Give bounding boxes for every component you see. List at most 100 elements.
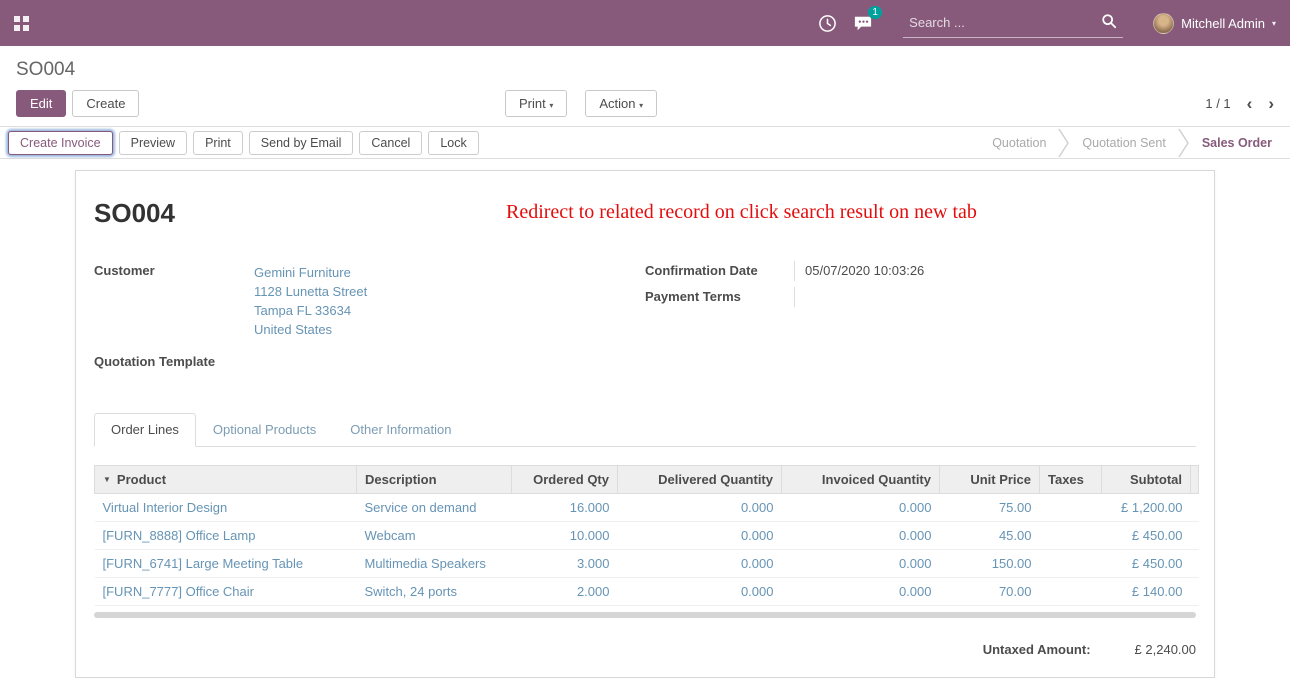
status-sales-order[interactable]: Sales Order — [1190, 136, 1284, 150]
cell-spacer — [1191, 550, 1199, 578]
breadcrumb-row: SO004 — [0, 46, 1290, 83]
column-header-unit-price[interactable]: Unit Price — [940, 466, 1040, 494]
cell-unit-price[interactable]: 45.00 — [940, 522, 1040, 550]
print-dropdown[interactable]: Print ▾ — [505, 90, 567, 117]
cell-taxes[interactable] — [1040, 494, 1102, 522]
cell-subtotal[interactable]: £ 140.00 — [1102, 578, 1191, 606]
confirmation-date-field: Confirmation Date 05/07/2020 10:03:26 — [645, 261, 1196, 281]
table-row[interactable]: [FURN_6741] Large Meeting Table Multimed… — [95, 550, 1199, 578]
customer-name[interactable]: Gemini Furniture — [254, 263, 367, 282]
cell-ordered-qty[interactable]: 16.000 — [512, 494, 618, 522]
status-separator-icon — [1178, 128, 1190, 158]
messages-icon[interactable]: 1 — [853, 14, 873, 32]
cell-invoiced-qty[interactable]: 0.000 — [782, 550, 940, 578]
table-row[interactable]: [FURN_8888] Office Lamp Webcam 10.000 0.… — [95, 522, 1199, 550]
totals-row: Untaxed Amount: £ 2,240.00 — [94, 642, 1196, 657]
cell-subtotal[interactable]: £ 1,200.00 — [1102, 494, 1191, 522]
field-groups: Customer Gemini Furniture 1128 Lunetta S… — [94, 261, 1196, 378]
column-header-product[interactable]: ▼Product — [95, 466, 357, 494]
search-input[interactable]: Search ... — [903, 9, 1123, 38]
cell-delivered-qty[interactable]: 0.000 — [618, 522, 782, 550]
pager-previous-icon[interactable]: ‹ — [1247, 95, 1253, 112]
tab-order-lines[interactable]: Order Lines — [94, 413, 196, 447]
cell-description[interactable]: Switch, 24 ports — [357, 578, 512, 606]
print-button[interactable]: Print — [193, 131, 243, 155]
create-invoice-button[interactable]: Create Invoice — [8, 131, 113, 155]
statusbar: Create Invoice Preview Print Send by Ema… — [0, 126, 1290, 159]
cell-description[interactable]: Service on demand — [357, 494, 512, 522]
cell-delivered-qty[interactable]: 0.000 — [618, 550, 782, 578]
user-name: Mitchell Admin — [1181, 16, 1265, 31]
quotation-template-label: Quotation Template — [94, 352, 254, 372]
cell-ordered-qty[interactable]: 2.000 — [512, 578, 618, 606]
table-row[interactable]: Virtual Interior Design Service on deman… — [95, 494, 1199, 522]
create-button[interactable]: Create — [72, 90, 139, 117]
cell-taxes[interactable] — [1040, 550, 1102, 578]
column-header-delivered-quantity[interactable]: Delivered Quantity — [618, 466, 782, 494]
cell-spacer — [1191, 578, 1199, 606]
sheet-header: SO004 Redirect to related record on clic… — [94, 197, 1196, 231]
cell-subtotal[interactable]: £ 450.00 — [1102, 550, 1191, 578]
column-header-ordered-qty[interactable]: Ordered Qty — [512, 466, 618, 494]
cell-description[interactable]: Multimedia Speakers — [357, 550, 512, 578]
cell-spacer — [1191, 522, 1199, 550]
customer-city: Tampa FL 33634 — [254, 301, 367, 320]
preview-button[interactable]: Preview — [119, 131, 187, 155]
edit-button[interactable]: Edit — [16, 90, 66, 117]
order-lines-table: ▼Product Description Ordered Qty Deliver… — [94, 465, 1199, 606]
cell-delivered-qty[interactable]: 0.000 — [618, 578, 782, 606]
user-menu[interactable]: Mitchell Admin ▾ — [1153, 13, 1276, 34]
cancel-button[interactable]: Cancel — [359, 131, 422, 155]
action-dropdown[interactable]: Action ▾ — [585, 90, 657, 117]
tab-optional-products[interactable]: Optional Products — [196, 413, 333, 447]
lock-button[interactable]: Lock — [428, 131, 478, 155]
cell-ordered-qty[interactable]: 10.000 — [512, 522, 618, 550]
cell-taxes[interactable] — [1040, 578, 1102, 606]
activities-icon[interactable] — [818, 14, 837, 33]
column-header-spacer — [1191, 466, 1199, 494]
payment-terms-value[interactable] — [795, 287, 805, 307]
cell-taxes[interactable] — [1040, 522, 1102, 550]
cell-invoiced-qty[interactable]: 0.000 — [782, 578, 940, 606]
cell-unit-price[interactable]: 75.00 — [940, 494, 1040, 522]
cell-product[interactable]: [FURN_8888] Office Lamp — [95, 522, 357, 550]
avatar — [1153, 13, 1174, 34]
apps-menu-icon[interactable] — [14, 16, 29, 31]
cell-product[interactable]: Virtual Interior Design — [95, 494, 357, 522]
confirmation-date-label: Confirmation Date — [645, 261, 795, 281]
column-header-description[interactable]: Description — [357, 466, 512, 494]
column-header-invoiced-quantity[interactable]: Invoiced Quantity — [782, 466, 940, 494]
chevron-down-icon: ▾ — [1272, 19, 1276, 28]
table-row[interactable]: [FURN_7777] Office Chair Switch, 24 port… — [95, 578, 1199, 606]
cell-subtotal[interactable]: £ 450.00 — [1102, 522, 1191, 550]
pager-next-icon[interactable]: › — [1268, 95, 1274, 112]
cell-invoiced-qty[interactable]: 0.000 — [782, 494, 940, 522]
cell-description[interactable]: Webcam — [357, 522, 512, 550]
cell-unit-price[interactable]: 70.00 — [940, 578, 1040, 606]
tab-other-information[interactable]: Other Information — [333, 413, 468, 447]
search-icon[interactable] — [1101, 13, 1117, 32]
search-placeholder: Search ... — [909, 15, 965, 30]
status-quotation[interactable]: Quotation — [980, 136, 1058, 150]
cell-unit-price[interactable]: 150.00 — [940, 550, 1040, 578]
cell-product[interactable]: [FURN_6741] Large Meeting Table — [95, 550, 357, 578]
column-header-taxes[interactable]: Taxes — [1040, 466, 1102, 494]
chevron-down-icon: ▾ — [639, 101, 643, 110]
status-pipeline: Quotation Quotation Sent Sales Order — [980, 131, 1290, 154]
confirmation-date-value[interactable]: 05/07/2020 10:03:26 — [795, 261, 924, 281]
cell-ordered-qty[interactable]: 3.000 — [512, 550, 618, 578]
pager-value: 1 / 1 — [1205, 96, 1230, 111]
status-quotation-sent[interactable]: Quotation Sent — [1070, 136, 1177, 150]
send-by-email-button[interactable]: Send by Email — [249, 131, 354, 155]
cell-invoiced-qty[interactable]: 0.000 — [782, 522, 940, 550]
column-header-subtotal[interactable]: Subtotal — [1102, 466, 1191, 494]
cell-product[interactable]: [FURN_7777] Office Chair — [95, 578, 357, 606]
customer-field: Customer Gemini Furniture 1128 Lunetta S… — [94, 261, 645, 342]
cell-delivered-qty[interactable]: 0.000 — [618, 494, 782, 522]
payment-terms-label: Payment Terms — [645, 287, 795, 307]
sort-caret-icon[interactable]: ▼ — [103, 475, 111, 484]
breadcrumb: SO004 — [16, 59, 75, 80]
customer-value[interactable]: Gemini Furniture 1128 Lunetta Street Tam… — [254, 261, 367, 342]
table-horizontal-scrollbar[interactable] — [94, 612, 1196, 618]
table-header-row: ▼Product Description Ordered Qty Deliver… — [95, 466, 1199, 494]
